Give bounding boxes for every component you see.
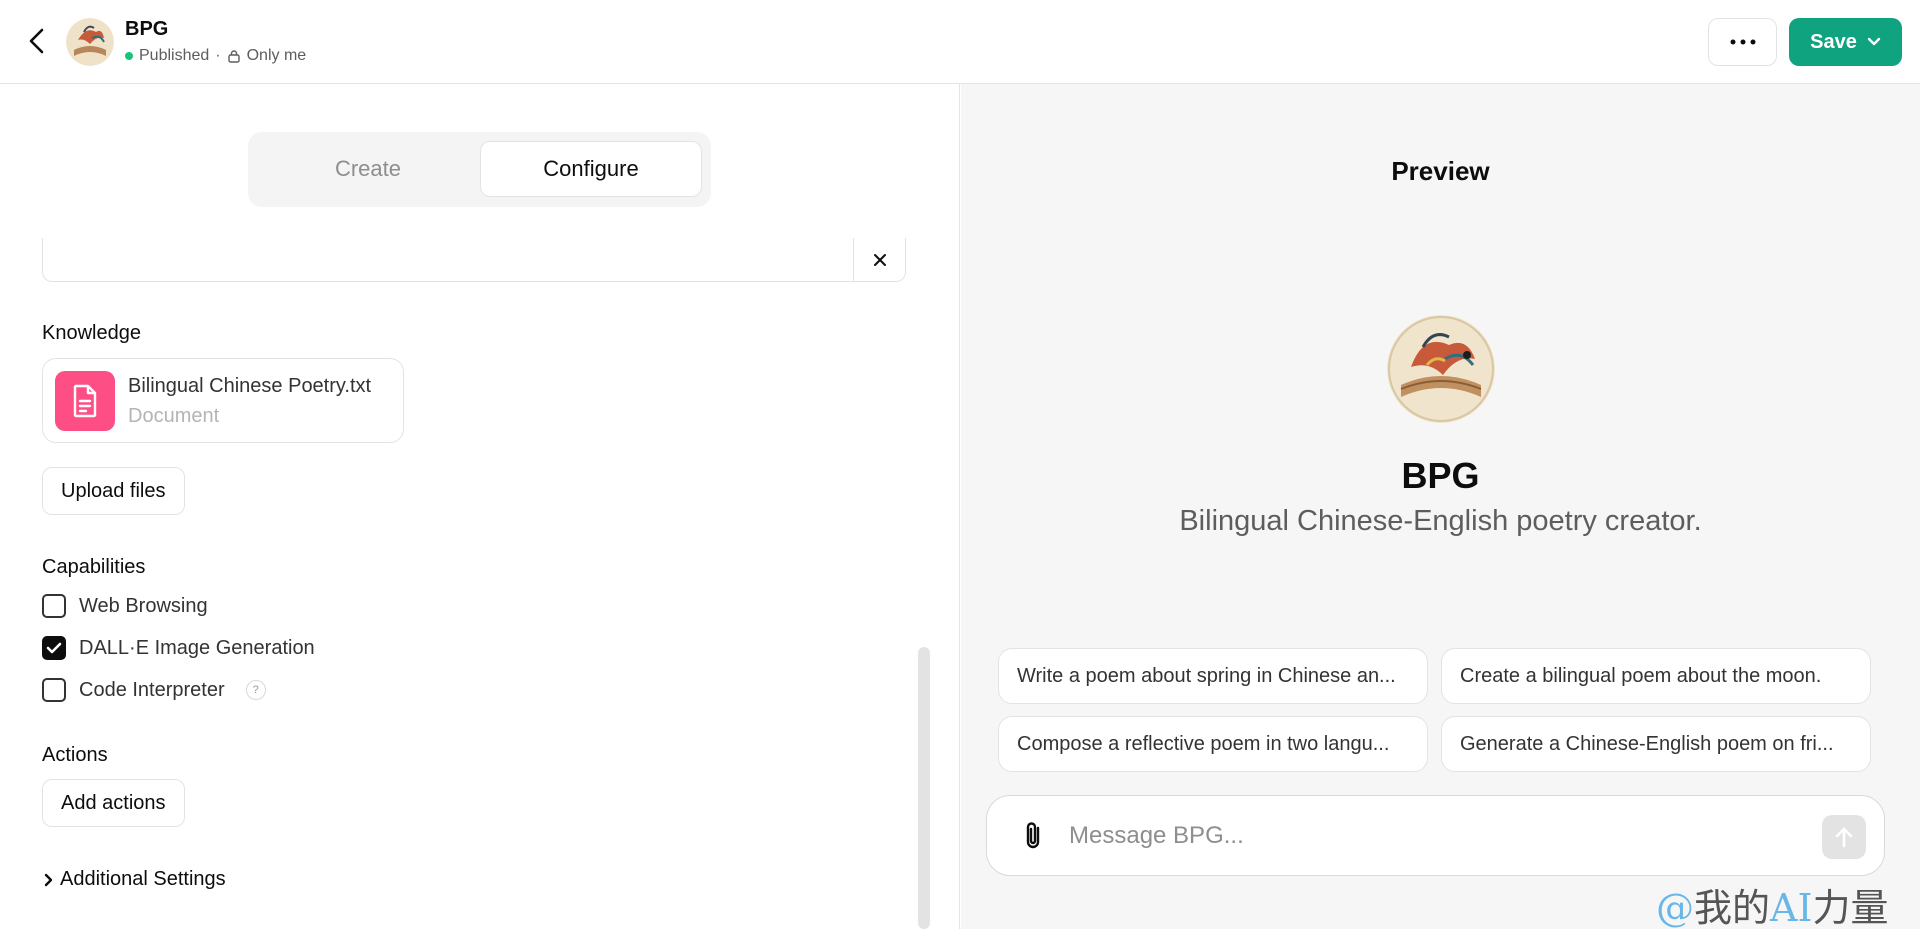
suggestion-text: Compose a reflective poem in two langu..… xyxy=(1017,732,1390,755)
preview-title: Preview xyxy=(1391,156,1490,186)
lock-icon xyxy=(227,49,241,63)
save-label: Save xyxy=(1810,30,1857,53)
checkbox-unchecked[interactable] xyxy=(42,594,66,618)
tab-create[interactable]: Create xyxy=(258,141,478,197)
message-composer xyxy=(986,795,1885,876)
save-button[interactable]: Save xyxy=(1789,18,1902,66)
capability-label: Web Browsing xyxy=(79,594,208,617)
capability-label: Code Interpreter xyxy=(79,678,225,701)
more-options-button[interactable] xyxy=(1708,18,1777,66)
suggestion-text: Write a poem about spring in Chinese an.… xyxy=(1017,664,1396,687)
file-name: Bilingual Chinese Poetry.txt xyxy=(128,375,372,397)
suggestion-chip[interactable]: Create a bilingual poem about the moon. xyxy=(1441,648,1871,704)
ellipsis-icon xyxy=(1730,39,1755,45)
watermark-text: 我的 xyxy=(1694,886,1771,930)
knowledge-file-card[interactable]: Bilingual Chinese Poetry.txt Document xyxy=(42,358,404,443)
meta-separator: · xyxy=(215,47,221,64)
suggestion-text: Create a bilingual poem about the moon. xyxy=(1460,664,1822,687)
actions-label: Actions xyxy=(42,744,108,766)
remove-starter-button[interactable] xyxy=(854,238,905,282)
back-arrow-icon[interactable] xyxy=(22,26,52,56)
gpt-name: BPG xyxy=(125,18,169,40)
watermark: @我的AI力量 xyxy=(1656,877,1888,932)
knowledge-label: Knowledge xyxy=(42,322,141,344)
paperclip-icon[interactable] xyxy=(1015,818,1051,854)
suggestion-chip[interactable]: Write a poem about spring in Chinese an.… xyxy=(998,648,1428,704)
additional-settings-toggle[interactable]: Additional Settings xyxy=(44,868,226,891)
preview-panel: Preview BPG Bilingual Chinese-English po… xyxy=(961,84,1920,929)
chevron-down-icon xyxy=(1867,37,1881,46)
preview-gpt-name: BPG xyxy=(1401,455,1480,496)
send-button[interactable] xyxy=(1822,815,1866,859)
add-actions-button[interactable]: Add actions xyxy=(42,779,185,827)
message-input[interactable] xyxy=(1069,814,1749,858)
gpt-avatar-large xyxy=(1387,315,1495,423)
capability-label: DALL·E Image Generation xyxy=(79,636,315,659)
upload-files-button[interactable]: Upload files xyxy=(42,467,185,515)
tab-configure[interactable]: Configure xyxy=(480,141,702,197)
mode-switcher: Create Configure xyxy=(248,132,711,207)
watermark-at: @ xyxy=(1656,886,1694,930)
checkbox-unchecked[interactable] xyxy=(42,678,66,702)
suggestion-chip[interactable]: Compose a reflective poem in two langu..… xyxy=(998,716,1428,772)
checkbox-checked[interactable] xyxy=(42,636,66,660)
status-text: Published xyxy=(139,47,210,64)
published-dot-icon xyxy=(125,52,133,60)
arrow-up-icon xyxy=(1835,827,1853,848)
capability-web-browsing[interactable]: Web Browsing xyxy=(42,594,208,618)
capabilities-label: Capabilities xyxy=(42,556,146,578)
watermark-ai: AI xyxy=(1770,886,1813,930)
capability-dalle[interactable]: DALL·E Image Generation xyxy=(42,636,315,660)
capability-code-interpreter[interactable]: Code Interpreter ? xyxy=(42,678,266,702)
configure-panel: Create Configure Knowledge Bilingual Chi… xyxy=(0,84,960,929)
additional-settings-label: Additional Settings xyxy=(60,868,226,890)
visibility-text: Only me xyxy=(246,47,307,64)
conversation-starter-input[interactable] xyxy=(42,238,906,282)
help-icon[interactable]: ? xyxy=(245,680,266,700)
suggestion-chip[interactable]: Generate a Chinese-English poem on fri..… xyxy=(1441,716,1871,772)
top-bar: BPG Published · Only me Save xyxy=(0,0,1920,84)
suggestion-text: Generate a Chinese-English poem on fri..… xyxy=(1460,732,1834,755)
gpt-avatar xyxy=(66,18,114,66)
chevron-right-icon xyxy=(44,873,53,886)
file-type: Document xyxy=(128,405,220,427)
preview-gpt-description: Bilingual Chinese-English poetry creator… xyxy=(1179,505,1702,537)
watermark-text-2: 力量 xyxy=(1812,886,1889,930)
scrollbar-thumb[interactable] xyxy=(918,647,930,929)
checkmark-icon xyxy=(46,642,62,654)
gpt-status: Published · Only me xyxy=(125,47,306,65)
document-icon xyxy=(55,371,115,431)
close-icon xyxy=(873,254,886,266)
